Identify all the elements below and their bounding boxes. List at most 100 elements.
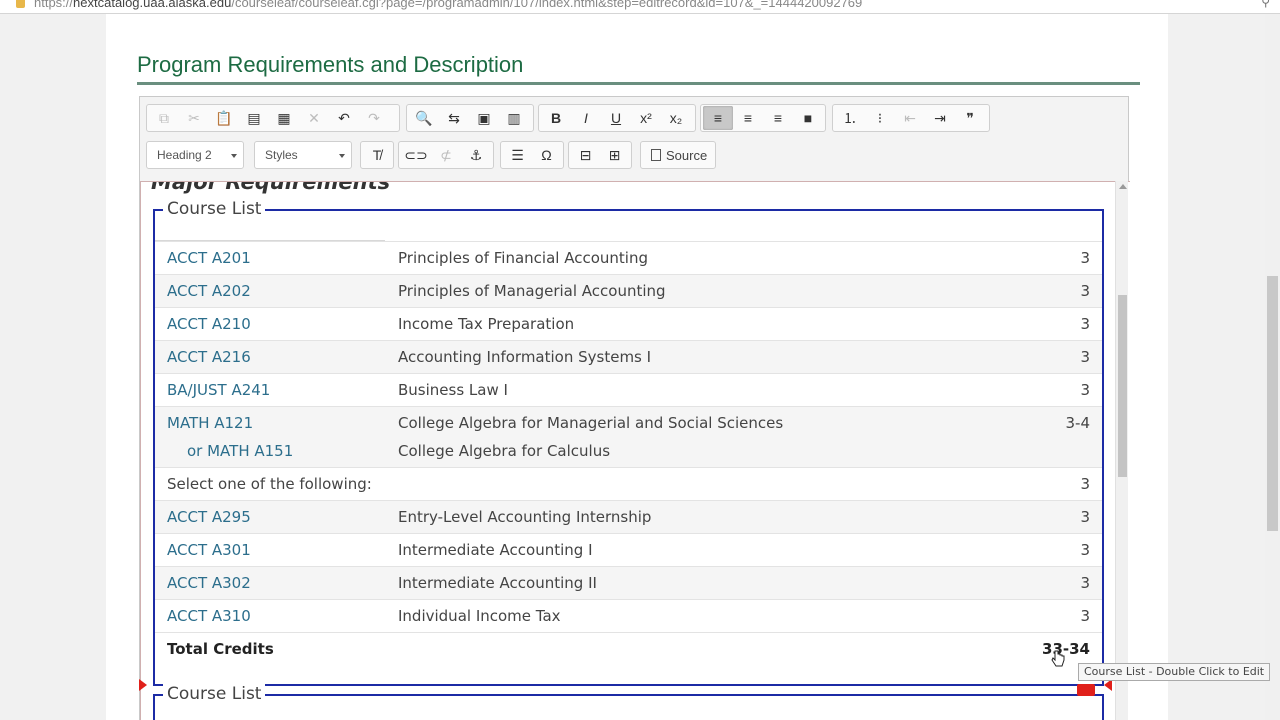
format-dropdown[interactable]: Heading 2 bbox=[146, 141, 244, 169]
course-hours: 3 bbox=[1080, 348, 1090, 366]
course-code-link[interactable]: MATH A121 bbox=[167, 414, 253, 432]
superscript-icon[interactable]: x² bbox=[631, 106, 661, 130]
align-right-icon[interactable]: ≡ bbox=[763, 106, 793, 130]
course-code-link[interactable]: BA/JUST A241 bbox=[167, 381, 270, 399]
redo-icon[interactable]: ↷ bbox=[359, 106, 389, 130]
unlink-icon[interactable]: ⊄ bbox=[431, 143, 461, 167]
course-code-link[interactable]: ACCT A210 bbox=[167, 315, 251, 333]
row-instruction[interactable]: Select one of the following: bbox=[167, 475, 372, 493]
select-all-glyph: ▣ bbox=[477, 109, 491, 126]
bold-icon[interactable]: B bbox=[541, 106, 571, 130]
special-char-icon[interactable]: Ω bbox=[532, 143, 561, 167]
course-code-link[interactable]: ACCT A301 bbox=[167, 541, 251, 559]
course-row: MATH A121 College Algebra for Managerial … bbox=[155, 406, 1102, 467]
indent-icon[interactable]: ⇥ bbox=[925, 106, 955, 130]
course-list-legend: Course List bbox=[163, 199, 266, 219]
course-code-link[interactable]: ACCT A202 bbox=[167, 282, 251, 300]
paste-text-icon[interactable]: ▤ bbox=[239, 106, 269, 130]
section-title: Program Requirements and Description bbox=[137, 52, 524, 77]
course-row: ACCT A301 Intermediate Accounting I 3 bbox=[155, 533, 1102, 566]
align-center-icon[interactable]: ≡ bbox=[733, 106, 763, 130]
underline-glyph: U bbox=[610, 110, 622, 126]
paste-word-icon[interactable]: ▦ bbox=[269, 106, 299, 130]
course-hours: 3 bbox=[1080, 249, 1090, 267]
course-hours: 3 bbox=[1080, 282, 1090, 300]
italic-icon[interactable]: I bbox=[571, 106, 601, 130]
paste-glyph: 📋 bbox=[215, 109, 233, 126]
course-title: College Algebra for Managerial and Socia… bbox=[398, 414, 784, 432]
page-scrollbar-thumb[interactable] bbox=[1267, 276, 1278, 531]
remove-icon[interactable]: ✕ bbox=[299, 106, 329, 130]
underline-icon[interactable]: U bbox=[601, 106, 631, 130]
course-title: Business Law I bbox=[398, 381, 508, 399]
url-text[interactable]: https://nextcatalog.uaa.alaska.edu/cours… bbox=[34, 0, 862, 10]
format-dropdown-value: Heading 2 bbox=[157, 148, 212, 162]
blockquote-icon[interactable]: ❞ bbox=[955, 106, 985, 130]
course-code-link[interactable]: ACCT A216 bbox=[167, 348, 251, 366]
justify-glyph: ■ bbox=[803, 110, 813, 126]
course-row: ACCT A295 Entry-Level Accounting Internsh… bbox=[155, 500, 1102, 533]
edit-badge-icon[interactable] bbox=[1077, 684, 1095, 696]
undo-icon[interactable]: ↶ bbox=[329, 106, 359, 130]
course-code-link[interactable]: ACCT A295 bbox=[167, 508, 251, 526]
bulleted-list-glyph: ⁝ bbox=[877, 109, 883, 126]
copy-glyph: ⧉ bbox=[159, 109, 169, 126]
editor-content[interactable]: Major Requirements Course List ACCT A201… bbox=[140, 181, 1130, 720]
hand-cursor-icon bbox=[1051, 650, 1065, 667]
insert-group: ☰ Ω bbox=[500, 141, 564, 169]
alt-course-code-link[interactable]: or MATH A151 bbox=[187, 442, 293, 460]
subscript-icon[interactable]: x₂ bbox=[661, 106, 691, 130]
link-icon[interactable]: ⊂⊃ bbox=[401, 143, 431, 167]
course-list-block[interactable]: Course List ACCT A201 Principles of Finan… bbox=[153, 199, 1104, 686]
find-icon[interactable]: 🔍 bbox=[409, 106, 439, 130]
blockquote-glyph: ❞ bbox=[966, 109, 974, 126]
styles-dropdown-value: Styles bbox=[265, 148, 298, 162]
unlink-glyph: ⊄ bbox=[440, 146, 452, 163]
find-glyph: 🔍 bbox=[415, 109, 433, 126]
alignment-group: ≡ ≡ ≡ ■ bbox=[700, 104, 826, 132]
course-hours: 3 bbox=[1080, 607, 1090, 625]
page-scrollbar[interactable] bbox=[1265, 14, 1280, 720]
block-marker-left-icon bbox=[139, 679, 147, 691]
align-left-glyph: ≡ bbox=[713, 110, 723, 126]
align-left-icon[interactable]: ≡ bbox=[703, 106, 733, 130]
copy-icon[interactable]: ⧉ bbox=[149, 106, 179, 130]
editor-scrollbar[interactable] bbox=[1115, 181, 1128, 720]
course-title: Individual Income Tax bbox=[398, 607, 561, 625]
chevron-down-icon bbox=[339, 154, 345, 158]
spellcheck-icon[interactable]: ▥ bbox=[499, 106, 529, 130]
paste-icon[interactable]: 📋 bbox=[209, 106, 239, 130]
select-all-icon[interactable]: ▣ bbox=[469, 106, 499, 130]
course-code-link[interactable]: ACCT A310 bbox=[167, 607, 251, 625]
editor-scrollbar-thumb[interactable] bbox=[1118, 295, 1127, 477]
basic-styles-group: B I Ux² x₂ bbox=[538, 104, 696, 132]
scroll-up-icon[interactable] bbox=[1119, 184, 1127, 189]
remove-format-icon[interactable]: T̸ bbox=[363, 143, 391, 167]
bulleted-list-icon[interactable]: ⁝ bbox=[865, 106, 895, 130]
outdent-icon[interactable]: ⇤ bbox=[895, 106, 925, 130]
course-hours: 3 bbox=[1080, 541, 1090, 559]
table-icon[interactable]: ⊞ bbox=[600, 143, 629, 167]
horizontal-rule-icon[interactable]: ☰ bbox=[503, 143, 532, 167]
course-list-block-2[interactable]: Course List bbox=[153, 684, 1104, 720]
address-bar[interactable]: https://nextcatalog.uaa.alaska.edu/cours… bbox=[0, 0, 1280, 14]
course-code-link[interactable]: ACCT A302 bbox=[167, 574, 251, 592]
list-group: ⒈ ⁝ ⇤ ⇥ ❞ bbox=[832, 104, 990, 132]
cut-icon[interactable]: ✂ bbox=[179, 106, 209, 130]
lock-icon bbox=[16, 0, 25, 8]
course-hours: 3 bbox=[1080, 508, 1090, 526]
insert-course-list-icon[interactable]: ⊟ bbox=[571, 143, 600, 167]
major-requirements-heading: Major Requirements bbox=[151, 181, 391, 194]
source-button[interactable]: Source bbox=[643, 148, 715, 163]
anchor-icon[interactable]: ⚓ bbox=[461, 143, 491, 167]
search-icon[interactable]: ⚲ bbox=[1261, 0, 1270, 9]
styles-dropdown[interactable]: Styles bbox=[254, 141, 352, 169]
numbered-list-icon[interactable]: ⒈ bbox=[835, 106, 865, 130]
course-code-link[interactable]: ACCT A201 bbox=[167, 249, 251, 267]
block-corner bbox=[153, 209, 161, 211]
replace-icon[interactable]: ⇆ bbox=[439, 106, 469, 130]
course-row: BA/JUST A241 Business Law I 3 bbox=[155, 373, 1102, 406]
justify-icon[interactable]: ■ bbox=[793, 106, 823, 130]
url-path: /courseleaf/courseleaf.cgi?page=/program… bbox=[231, 0, 863, 10]
align-right-glyph: ≡ bbox=[773, 110, 783, 126]
